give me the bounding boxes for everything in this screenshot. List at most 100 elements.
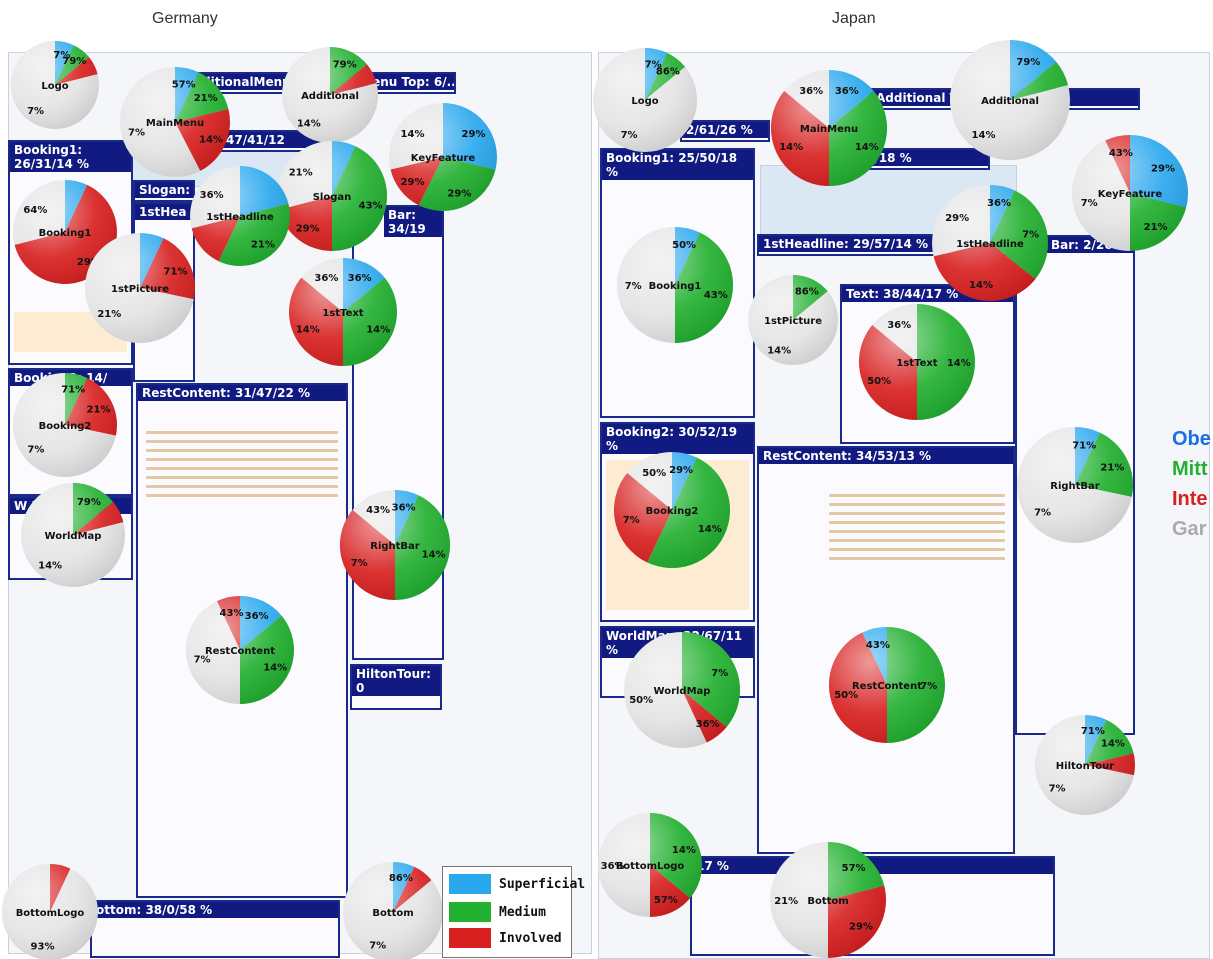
germany-1stpicture-pie: 21% 71% 1stPicture (84, 232, 195, 343)
germany-logo-pie: 7%7%79%Logo (10, 40, 99, 129)
germany-mainmenu-percent-label: 57% (172, 79, 196, 90)
legend-swatch-superficial (449, 874, 491, 894)
japan-bottom-percent-label: 57% (842, 863, 866, 874)
germany-1stheadline-percent-label: 36% (200, 190, 224, 201)
germany-rightbar-percent-label: 43% (366, 505, 390, 516)
japan-keyfeature-percent-label: 21% (1144, 222, 1168, 233)
germany-1stpicture-percent-label: 21% (97, 309, 121, 320)
germany-mainmenu-percent-label: 7% (128, 127, 145, 138)
germany-restcontent-pie: 7%14%36%43%RestContent (185, 595, 294, 705)
japan-restcontent-name-label: RestContent (852, 681, 922, 692)
japan-logo-percent-label: 86% (656, 66, 680, 77)
legend-item-medium: Medium (449, 901, 546, 923)
germany-bottom-name-label: Bottom (372, 908, 413, 919)
germany-worldmap-pie: 14% 79% WorldMap (21, 483, 126, 588)
germany-slogan-percent-label: 29% (296, 223, 320, 234)
japan-bottom-percent-label: 21% (774, 896, 798, 907)
germany-rightbar-percent-label: 36% (392, 502, 416, 513)
japan-mainmenu-percent-label: 14% (779, 142, 803, 153)
side-legend-unseen: Gar (1172, 518, 1207, 540)
japan-rightbar-pie: 7% 21% 71% RightBar (1017, 427, 1134, 543)
germany-bottom-percent-label: 7% (369, 941, 386, 952)
legend-label-superficial: Superficial (499, 876, 586, 892)
germany-logo-percent-label: 79% (62, 56, 86, 67)
germany-1sttext-pie: 14% 14% 36% 36% 1stText (289, 258, 397, 366)
side-legend-superficial: Obe (1172, 428, 1211, 450)
pie-chart-layer: 7% 7% 79% Logo 7% 14% 21% 57% MainMenu 14% 79% Addi… (1, 40, 1189, 959)
japan-logo-percent-label: 7% (621, 130, 638, 141)
japan-hiltontour-percent-label: 14% (1101, 738, 1125, 749)
legend-label-medium: Medium (499, 904, 546, 920)
germany-restcontent-name-label: RestContent (205, 646, 275, 657)
germany-keyfeature-percent-label: 29% (401, 177, 425, 188)
japan-1stpicture-name-label: 1stPicture (764, 316, 822, 327)
legend: Superficial Medium Involved (442, 866, 585, 958)
germany-bottomlogo-name-label: BottomLogo (16, 908, 85, 919)
japan-bottom-name-label: Bottom (807, 896, 848, 907)
japan-rightbar-percent-label: 71% (1072, 440, 1096, 451)
japan-booking1-percent-label: 43% (704, 290, 728, 301)
germany-booking2-percent-label: 21% (87, 404, 111, 415)
germany-1sttext-name-label: 1stText (322, 308, 363, 319)
japan-worldmap-percent-label: 36% (696, 719, 720, 730)
eye-tracking-comparison: Germany Japan Booking1: 26/31/14 % Booki… (0, 0, 1213, 959)
germany-booking2-percent-label: 71% (61, 385, 85, 396)
japan-1stheadline-percent-label: 29% (945, 213, 969, 224)
japan-worldmap-percent-label: 50% (629, 695, 653, 706)
japan-rightbar-percent-label: 7% (1034, 507, 1051, 518)
germany-additional-pie: 14% 79% Additional (281, 46, 378, 143)
germany-booking1-name-label: Booking1 (39, 228, 92, 239)
germany-keyfeature-percent-label: 29% (447, 188, 471, 199)
germany-additional-percent-label: 79% (333, 60, 357, 71)
japan-bottomlogo-name-label: BottomLogo (616, 861, 685, 872)
japan-bottom-percent-label: 29% (849, 922, 873, 933)
germany-1sttext-percent-label: 36% (348, 273, 372, 284)
germany-slogan-percent-label: 21% (289, 168, 313, 179)
japan-bottomlogo-pie: 36%14%57%BottomLogo (598, 813, 702, 917)
germany-rightbar-name-label: RightBar (370, 541, 420, 552)
germany-1stheadline-percent-label: 21% (251, 240, 275, 251)
japan-hiltontour-percent-label: 7% (1049, 784, 1066, 795)
germany-restcontent-percent-label: 14% (263, 663, 287, 674)
japan-additional-percent-label: 79% (1016, 57, 1040, 68)
germany-1stheadline-name-label: 1stHeadline (206, 212, 274, 223)
legend-swatch-medium (449, 902, 491, 922)
germany-bottom-percent-label: 86% (389, 873, 413, 884)
germany-additional-name-label: Additional (301, 91, 359, 102)
germany-mainmenu-name-label: MainMenu (146, 118, 204, 129)
legend-item-superficial: Superficial (449, 873, 585, 895)
japan-booking2-name-label: Booking2 (646, 506, 699, 517)
japan-worldmap-percent-label: 7% (711, 668, 728, 679)
japan-bottomlogo-percent-label: 14% (672, 845, 696, 856)
japan-keyfeature-percent-label: 7% (1081, 198, 1098, 209)
germany-slogan-percent-label: 43% (359, 201, 383, 212)
germany-rightbar-percent-label: 14% (422, 550, 446, 561)
germany-restcontent-percent-label: 36% (245, 611, 269, 622)
japan-keyfeature-pie: 7% 29% 21% 43% KeyFeature (1071, 134, 1189, 252)
japan-1stheadline-percent-label: 36% (987, 198, 1011, 209)
japan-booking2-percent-label: 29% (669, 465, 693, 476)
japan-1stheadline-pie: 14% 7% 29% 36% 1stHeadline (932, 184, 1049, 301)
germany-booking2-percent-label: 7% (27, 445, 44, 456)
germany-rightbar-percent-label: 7% (351, 558, 368, 569)
germany-1sttext-percent-label: 36% (314, 273, 338, 284)
japan-keyfeature-percent-label: 29% (1151, 163, 1175, 174)
japan-booking2-pie: 14% 7% 50% 29% Booking2 (613, 451, 731, 569)
japan-1stheadline-percent-label: 14% (969, 280, 993, 291)
japan-worldmap-name-label: WorldMap (654, 686, 711, 697)
germany-1stpicture-percent-label: 71% (164, 266, 188, 277)
legend-item-involved: Involved (449, 927, 562, 949)
japan-bottom-pie: 21% 29% 57% Bottom (770, 842, 887, 958)
germany-keyfeature-pie: 29% 29% 14% 29% KeyFeature (389, 103, 497, 211)
japan-mainmenu-percent-label: 36% (835, 86, 859, 97)
germany-slogan-pie: 43% 21% 29% Slogan (276, 140, 388, 252)
germany-bottom-pie: 7% 86% Bottom (343, 862, 443, 959)
japan-logo-pie: 7%7%86%Logo (592, 47, 697, 153)
japan-worldmap-pie: 50% 7% 36% WorldMap (624, 631, 741, 748)
japan-hiltontour-pie: 7% 14%71% HiltonTour (1034, 715, 1135, 815)
japan-1stheadline-name-label: 1stHeadline (956, 239, 1024, 250)
germany-booking1-percent-label: 64% (23, 205, 47, 216)
side-legend-involved: Inte (1172, 488, 1208, 510)
germany-booking2-name-label: Booking2 (39, 421, 92, 432)
japan-booking2-percent-label: 14% (698, 524, 722, 535)
